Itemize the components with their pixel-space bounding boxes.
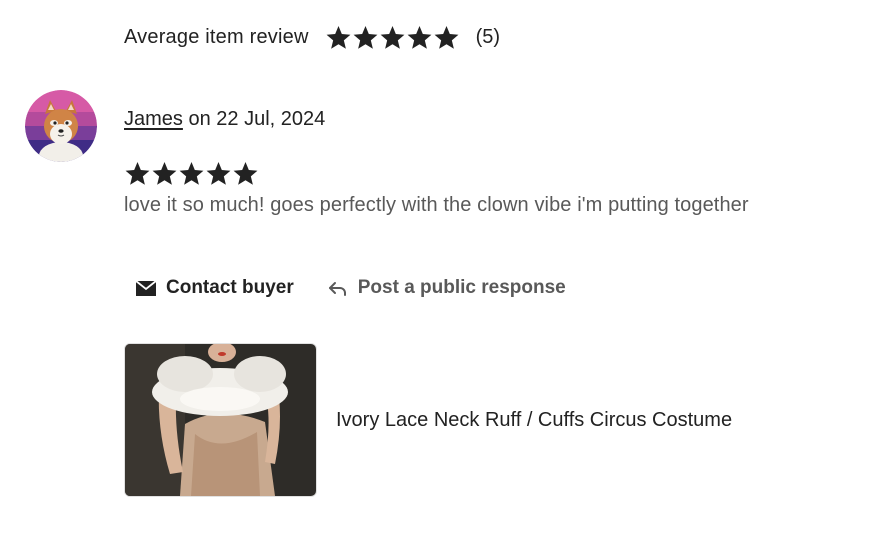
shiba-dog-avatar (25, 90, 97, 162)
listing-item: Ivory Lace Neck Ruff / Cuffs Circus Cost… (124, 343, 732, 497)
average-review-label: Average item review (124, 25, 309, 48)
listing-title-link[interactable]: Ivory Lace Neck Ruff / Cuffs Circus Cost… (336, 409, 732, 432)
star-icon (152, 162, 177, 185)
contact-buyer-button[interactable]: Contact buyer (124, 268, 304, 308)
reviewer-name-link[interactable]: James (124, 108, 183, 130)
star-icon (353, 25, 378, 49)
star-icon (380, 25, 405, 49)
review-date: on 22 Jul, 2024 (182, 108, 326, 130)
reviewer-line: James on 22 Jul, 2024 (124, 108, 325, 131)
star-icon (179, 162, 204, 185)
listing-image (125, 344, 316, 496)
reviewer-avatar[interactable] (25, 90, 97, 162)
star-icon (407, 25, 432, 49)
contact-buyer-label: Contact buyer (166, 277, 294, 298)
star-icon (125, 162, 150, 185)
post-public-response-label: Post a public response (357, 277, 566, 298)
star-icon (326, 25, 351, 49)
review-count: (5) (475, 25, 501, 48)
post-public-response-button[interactable]: Post a public response (316, 268, 576, 308)
review-actions: Contact buyer Post a public response (124, 268, 576, 308)
listing-thumbnail[interactable] (124, 343, 317, 497)
envelope-icon (135, 280, 157, 296)
star-icon (434, 25, 459, 49)
review-text: love it so much! goes perfectly with the… (124, 194, 749, 216)
average-review-row: Average item review (5) (124, 21, 500, 53)
review-card: Average item review (5) James on 22 Jul,… (0, 0, 876, 536)
reply-arrow-icon (328, 282, 346, 296)
review-star-rating (124, 160, 259, 187)
average-star-rating (325, 24, 460, 51)
star-icon (206, 162, 231, 185)
star-icon (233, 162, 258, 185)
